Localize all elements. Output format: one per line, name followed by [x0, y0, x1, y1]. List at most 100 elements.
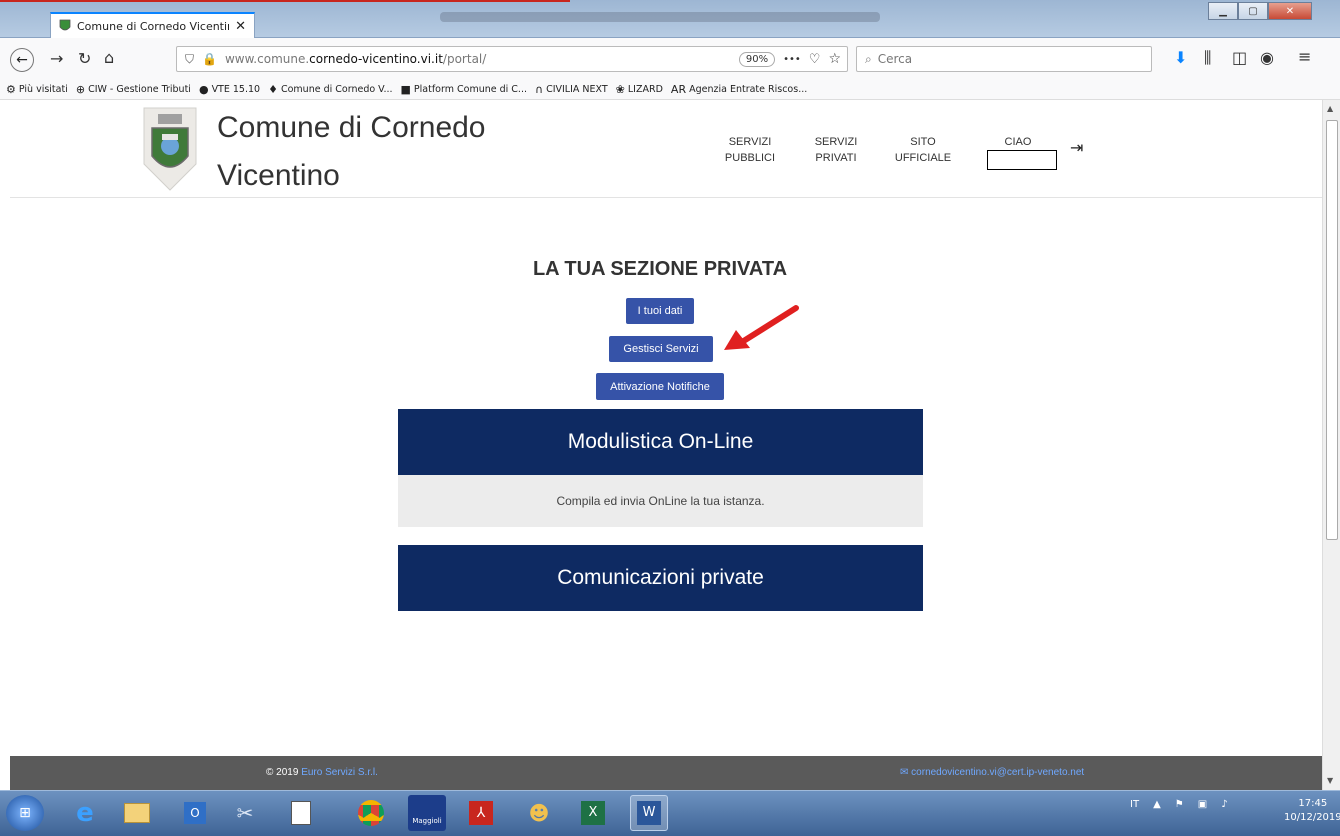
attivazione-notifiche-button[interactable]: Attivazione Notifiche [596, 373, 724, 400]
menu-label: SERVIZI [728, 136, 772, 148]
company-link[interactable]: Euro Servizi S.r.l. [301, 767, 378, 778]
volume-icon[interactable]: ♪ [1221, 799, 1227, 810]
library-icon[interactable]: ⫼ [1204, 50, 1211, 66]
taskbar-clock[interactable]: 17:45 10/12/2019 [1284, 797, 1340, 825]
civilia-icon: ∩ [535, 83, 544, 96]
bookmarks-bar: ⚙ Più visitati ⊕ CIW - Gestione Tributi ● VTE… [0, 80, 1340, 100]
chrome-icon[interactable] [352, 795, 390, 831]
comunicazioni-panel[interactable]: Comunicazioni private [398, 545, 923, 611]
windows-taskbar: ⊞ e O ✂ Maggioli ⅄ ☻ X W IT ▲ ⚑ ▣ ♪ 17:4… [0, 790, 1340, 836]
footer-email-link[interactable]: ✉ cornedovicentino.vi@cert.ip-veneto.net [900, 767, 1084, 778]
address-bar[interactable]: ⛉ 🔒 www.comune.cornedo-vicentino.vi.it/p… [176, 46, 848, 72]
bookmark-label: VTE 15.10 [211, 84, 261, 95]
menu-label: PUBBLICI [724, 152, 776, 164]
document-app-icon[interactable] [282, 795, 320, 831]
users-app-icon[interactable]: ☻ [520, 795, 558, 831]
bookmark-label: Platform Comune di C... [413, 84, 527, 95]
home-icon[interactable]: ⌂ [104, 50, 114, 66]
tray-expand-icon[interactable]: ▲ [1153, 799, 1161, 810]
downloads-icon[interactable]: ⬇ [1174, 50, 1187, 66]
menu-servizi-privati[interactable]: SERVIZI PRIVATI [808, 134, 864, 166]
account-icon[interactable]: ◉ [1260, 50, 1274, 66]
acrobat-icon[interactable]: ⅄ [462, 795, 500, 831]
modulistica-panel[interactable]: Modulistica On-Line Compila ed invia OnL… [398, 409, 923, 527]
internet-explorer-icon[interactable]: e [66, 795, 104, 831]
menu-label: PRIVATI [815, 152, 857, 164]
excel-icon[interactable]: X [574, 795, 612, 831]
menu-label: SITO [910, 136, 936, 148]
word-icon[interactable]: W [630, 795, 668, 831]
maximize-button[interactable]: ▢ [1238, 2, 1268, 20]
logout-icon[interactable]: ⇥ [1070, 138, 1083, 157]
blurred-window-title [440, 12, 880, 22]
sidebar-icon[interactable]: ◫ [1232, 50, 1247, 66]
browser-tab[interactable]: Comune di Cornedo Vicentino ✕ [50, 12, 255, 38]
bookmark-item[interactable]: AR Agenzia Entrate Riscos... [671, 83, 807, 96]
action-center-flag-icon[interactable]: ⚑ [1175, 799, 1184, 810]
back-button[interactable]: ← [10, 48, 34, 72]
ader-icon: AR [670, 83, 687, 96]
footer-copyright: © 2019 Euro Servizi S.r.l. [266, 767, 378, 778]
forward-icon[interactable]: → [50, 51, 63, 67]
bookmark-item[interactable]: ♦ Comune di Cornedo V... [268, 83, 392, 96]
site-title-line1: Comune di Cornedo [217, 111, 486, 144]
minimize-button[interactable]: ▁ [1208, 2, 1238, 20]
url-text[interactable]: www.comune.cornedo-vicentino.vi.it/porta… [225, 52, 731, 66]
insecure-lock-icon[interactable]: 🔒 [202, 52, 217, 66]
tools-app-icon[interactable]: ✂ [226, 795, 264, 831]
bookmark-item[interactable]: ⊕ CIW - Gestione Tributi [76, 83, 191, 96]
start-button[interactable]: ⊞ [6, 795, 44, 831]
site-footer: © 2019 Euro Servizi S.r.l. ✉ cornedovice… [10, 756, 1322, 790]
system-tray: IT ▲ ⚑ ▣ ♪ [1130, 799, 1228, 810]
search-icon: ⌕ [865, 51, 872, 66]
page-viewport: Comune di Cornedo Vicentino SERVIZI PUBB… [10, 100, 1322, 790]
menu-sito-ufficiale[interactable]: SITO UFFICIALE [890, 134, 956, 166]
zoom-level[interactable]: 90% [738, 51, 776, 67]
tab-close-icon[interactable]: ✕ [235, 19, 246, 34]
reload-icon[interactable]: ↻ [78, 51, 91, 67]
maggioli-app-icon[interactable]: Maggioli [408, 795, 446, 831]
bookmark-item[interactable]: ■ Platform Comune di C... [401, 83, 527, 96]
clock-time: 17:45 [1298, 798, 1328, 809]
shield-icon[interactable]: ⛉ [185, 52, 194, 67]
gear-icon: ⚙ [6, 83, 16, 96]
search-bar[interactable]: ⌕ Cerca [856, 46, 1152, 72]
panel-title[interactable]: Modulistica On-Line [398, 409, 923, 475]
platform-icon: ■ [400, 83, 411, 96]
search-placeholder: Cerca [877, 52, 913, 66]
outlook-icon[interactable]: O [176, 795, 214, 831]
bookmark-item[interactable]: ⚙ Più visitati [6, 83, 68, 96]
scroll-down-icon[interactable]: ▼ [1327, 776, 1333, 785]
scrollbar-thumb[interactable] [1326, 120, 1338, 540]
bookmark-label: Comune di Cornedo V... [280, 84, 393, 95]
close-window-button[interactable]: ✕ [1268, 2, 1312, 20]
menu-servizi-pubblici[interactable]: SERVIZI PUBBLICI [722, 134, 778, 166]
bookmark-label: LIZARD [627, 84, 663, 95]
accent-line [0, 0, 570, 2]
bookmark-label: Agenzia Entrate Riscos... [689, 84, 808, 95]
bookmark-item[interactable]: ❀ LIZARD [616, 83, 663, 96]
gestisci-servizi-button[interactable]: Gestisci Servizi [609, 336, 713, 362]
scroll-up-icon[interactable]: ▲ [1327, 104, 1333, 113]
bookmark-star-icon[interactable]: ☆ [828, 51, 841, 67]
bookmark-label: CIVILIA NEXT [546, 84, 608, 95]
panel-title[interactable]: Comunicazioni private [398, 545, 923, 611]
file-explorer-icon[interactable] [118, 795, 156, 831]
page-actions-icon[interactable]: ••• [783, 54, 801, 65]
bookmark-label: Più visitati [18, 84, 68, 95]
bookmark-item[interactable]: ∩ CIVILIA NEXT [535, 83, 608, 96]
menu-ciao-user[interactable]: CIAO [998, 134, 1038, 150]
menu-label: SERVIZI [814, 136, 858, 148]
bookmark-item[interactable]: ● VTE 15.10 [199, 83, 260, 96]
crest-icon: ♦ [268, 83, 278, 96]
lizard-icon: ❀ [615, 83, 625, 96]
language-indicator[interactable]: IT [1130, 799, 1139, 810]
pocket-icon[interactable]: ♡ [809, 52, 821, 67]
vertical-scrollbar[interactable]: ▲ ▼ [1322, 100, 1340, 790]
crest-favicon-icon [59, 19, 71, 31]
menu-hamburger-icon[interactable]: ≡ [1298, 49, 1311, 65]
i-tuoi-dati-button[interactable]: I tuoi dati [626, 298, 694, 324]
clock-date: 10/12/2019 [1284, 812, 1340, 823]
site-title[interactable]: Comune di Cornedo Vicentino [217, 104, 537, 200]
network-icon[interactable]: ▣ [1198, 799, 1207, 810]
